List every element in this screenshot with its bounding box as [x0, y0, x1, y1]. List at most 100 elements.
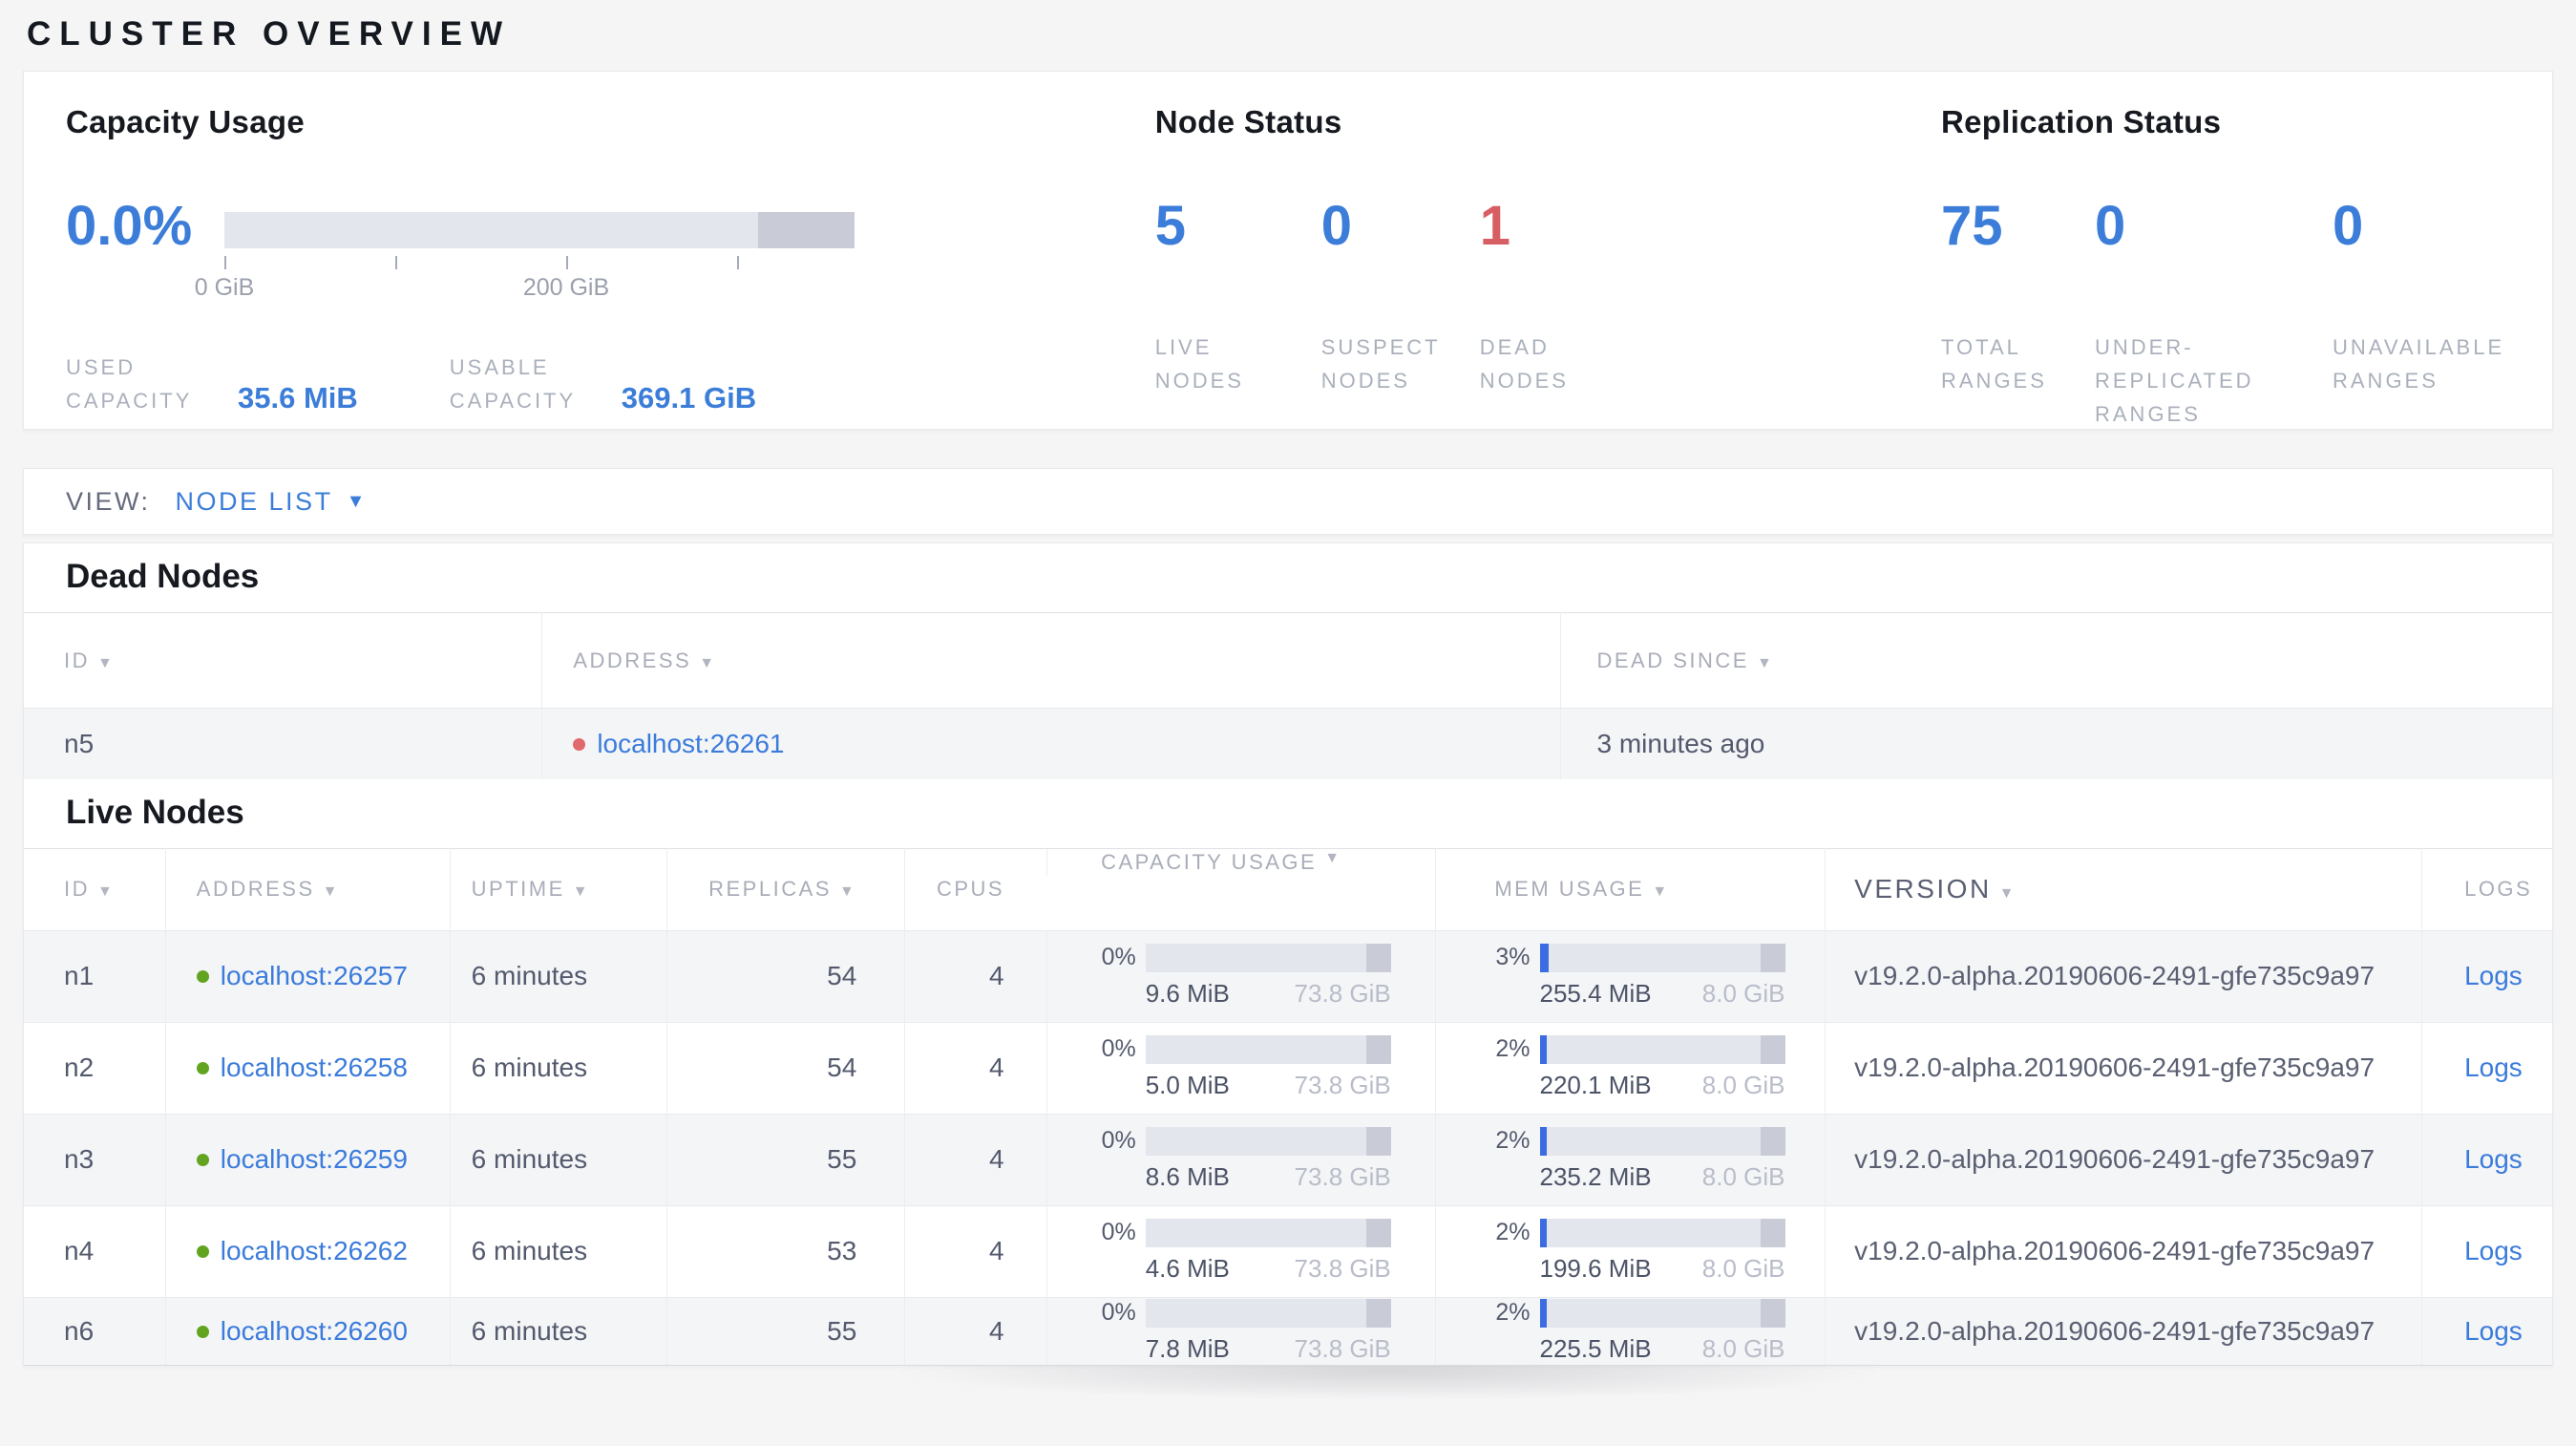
live-col-logs: LOGS: [2421, 848, 2552, 930]
node-uptime: 6 minutes: [449, 930, 667, 1022]
unavailable-ranges-label: UNAVAILABLE RANGES: [2333, 335, 2505, 393]
node-id: n2: [64, 1053, 95, 1082]
sort-icon: ▼: [1998, 885, 2017, 902]
live-nodes-label: LIVE NODES: [1154, 335, 1244, 393]
dead-node-id: n5: [64, 728, 95, 758]
node-address-link[interactable]: localhost:26262: [221, 1236, 408, 1265]
live-col-mem-usage[interactable]: MEM USAGE ▼: [1435, 848, 1826, 930]
live-status-dot-icon: [196, 1245, 209, 1258]
node-id: n6: [64, 1315, 95, 1346]
node-address-link[interactable]: localhost:26258: [221, 1053, 408, 1082]
total-ranges-value: 75: [1941, 195, 2003, 257]
view-label: VIEW:: [66, 486, 151, 516]
usable-capacity-value: 369.1 GiB: [621, 381, 757, 415]
node-capacity-cell: 0% 4.6 MiB 73.8 GiB: [1045, 1205, 1436, 1297]
node-address-link[interactable]: localhost:26259: [221, 1144, 408, 1174]
node-uptime: 6 minutes: [449, 1297, 667, 1365]
logs-link[interactable]: Logs: [2464, 1144, 2523, 1174]
live-nodes-heading: Live Nodes: [66, 793, 244, 831]
node-logs-cell: Logs: [2421, 1022, 2552, 1114]
live-nodes-stat: 5 LIVE NODES: [1155, 195, 1321, 397]
node-capacity-cell: 0% 9.6 MiB 73.8 GiB: [1045, 930, 1436, 1022]
live-col-capacity-usage[interactable]: CAPACITY USAGE ▼: [1046, 848, 1435, 876]
live-status-dot-icon: [196, 970, 209, 983]
live-status-dot-icon: [196, 1062, 209, 1074]
node-version: v19.2.0-alpha.20190606-2491-gfe735c9a97: [1825, 1022, 2422, 1114]
capacity-gauge-other-segment: [758, 212, 855, 248]
replication-status-section: Replication Status 75 TOTAL RANGES 0 UND…: [1941, 104, 2552, 429]
mem-meter: [1539, 1219, 1785, 1247]
sort-icon: ▼: [1756, 654, 1775, 671]
node-id: n4: [64, 1236, 95, 1265]
dead-nodes-heading: Dead Nodes: [66, 558, 260, 595]
live-status-dot-icon: [196, 1325, 209, 1338]
live-nodes-value: 5: [1154, 195, 1186, 257]
live-col-replicas[interactable]: REPLICAS ▼: [666, 848, 905, 930]
used-capacity-label: USED CAPACITY: [66, 355, 193, 413]
table-row: n1 localhost:26257 6 minutes 54 4 0% 9.6…: [24, 930, 2552, 1022]
logs-link[interactable]: Logs: [2464, 1053, 2523, 1082]
cluster-overview-page: CLUSTER OVERVIEW Capacity Usage 0.0% 0 G…: [0, 0, 2576, 1404]
node-uptime: 6 minutes: [449, 1114, 667, 1205]
dead-node-address-link[interactable]: localhost:26261: [597, 729, 784, 758]
suspect-nodes-label: SUSPECT NODES: [1320, 335, 1441, 393]
node-address-link[interactable]: localhost:26260: [221, 1316, 408, 1346]
live-col-id[interactable]: ID ▼: [24, 848, 165, 930]
capacity-gauge-bar: [224, 212, 855, 248]
sort-icon: ▼: [838, 883, 857, 900]
cluster-summary-card: Capacity Usage 0.0% 0 GiB 200 GiB USED C…: [23, 71, 2553, 430]
logs-link[interactable]: Logs: [2464, 1316, 2523, 1346]
node-replicas: 55: [666, 1114, 905, 1205]
dead-nodes-value: 1: [1479, 195, 1510, 257]
node-uptime: 6 minutes: [449, 1205, 667, 1297]
sort-icon: ▼: [1652, 883, 1670, 900]
dead-col-id[interactable]: ID ▼: [24, 613, 542, 709]
logs-link[interactable]: Logs: [2464, 1236, 2523, 1265]
node-status-section: Node Status 5 LIVE NODES 0 SUSPECT NODES…: [1155, 104, 1941, 429]
node-address-cell: localhost:26260: [164, 1297, 451, 1365]
live-nodes-table: ID ▼ ADDRESS ▼ UPTIME ▼ REPLICAS ▼ CPUS CAPA…: [24, 848, 2552, 1365]
node-capacity-cell: 0% 8.6 MiB 73.8 GiB: [1045, 1114, 1436, 1205]
dead-nodes-label: DEAD NODES: [1479, 335, 1569, 393]
live-col-address[interactable]: ADDRESS ▼: [164, 848, 451, 930]
node-mem-cell: 2% 225.5 MiB 8.0 GiB: [1435, 1297, 1826, 1365]
logs-link[interactable]: Logs: [2464, 961, 2523, 990]
node-address-cell: localhost:26262: [164, 1205, 451, 1297]
live-col-cpus: CPUS: [904, 848, 1047, 930]
node-id: n3: [64, 1144, 95, 1174]
sort-icon: ▼: [97, 654, 116, 671]
bottom-shadow: [23, 1365, 2553, 1404]
node-version: v19.2.0-alpha.20190606-2491-gfe735c9a97: [1825, 1297, 2422, 1365]
node-logs-cell: Logs: [2421, 1205, 2552, 1297]
node-cpus: 4: [904, 1297, 1047, 1365]
capacity-gauge-labels: 0 GiB 200 GiB: [195, 274, 855, 303]
view-dropdown[interactable]: NODE LIST ▼: [176, 487, 368, 517]
dead-col-address[interactable]: ADDRESS ▼: [541, 612, 1561, 709]
node-mem-cell: 2% 220.1 MiB 8.0 GiB: [1435, 1022, 1826, 1114]
node-uptime: 6 minutes: [449, 1022, 667, 1114]
dead-nodes-table: ID ▼ ADDRESS ▼ DEAD SINCE ▼ n5 localhost:26…: [24, 612, 2552, 779]
node-mem-cell: 2% 199.6 MiB 8.0 GiB: [1435, 1205, 1826, 1297]
node-replicas: 53: [666, 1205, 905, 1297]
tick-label-0: 0 GiB: [194, 274, 255, 301]
node-replicas: 54: [666, 930, 905, 1022]
suspect-nodes-stat: 0 SUSPECT NODES: [1321, 195, 1480, 397]
under-replicated-ranges-value: 0: [2095, 195, 2126, 257]
usable-capacity-label: USABLE CAPACITY: [449, 355, 577, 413]
under-replicated-ranges-stat: 0 UNDER-REPLICATED RANGES: [2095, 195, 2333, 431]
dead-col-dead-since[interactable]: DEAD SINCE ▼: [1560, 612, 2552, 709]
used-capacity-value: 35.6 MiB: [238, 381, 358, 415]
capacity-meter: [1145, 1035, 1391, 1064]
node-capacity-cell: 0% 5.0 MiB 73.8 GiB: [1045, 1022, 1436, 1114]
replication-status-title: Replication Status: [1941, 104, 2222, 139]
node-address-link[interactable]: localhost:26257: [221, 961, 408, 990]
mem-meter: [1539, 1298, 1785, 1328]
capacity-meter: [1145, 1298, 1391, 1328]
live-col-version[interactable]: VERSION ▼: [1825, 848, 2422, 930]
capacity-usage-title: Capacity Usage: [66, 104, 305, 139]
mem-meter: [1539, 1127, 1785, 1156]
node-logs-cell: Logs: [2421, 930, 2552, 1022]
dead-status-dot-icon: [573, 737, 586, 751]
capacity-meter: [1145, 1219, 1391, 1247]
live-col-uptime[interactable]: UPTIME ▼: [449, 848, 667, 930]
